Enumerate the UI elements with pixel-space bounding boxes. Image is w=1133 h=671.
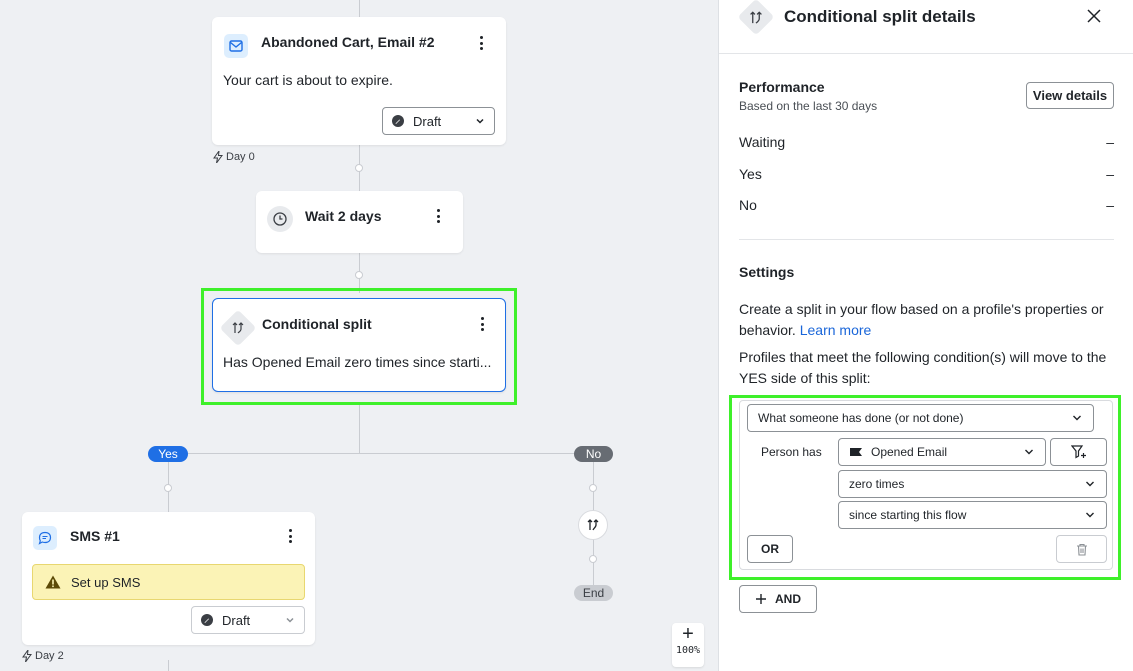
sms-icon — [33, 526, 57, 550]
split-card-text: Has Opened Email zero times since starti… — [223, 354, 492, 370]
chevron-down-icon — [476, 118, 484, 124]
zoom-level: 100% — [675, 645, 701, 656]
sms-card[interactable]: SMS #1 Set up SMS Draft — [22, 512, 315, 645]
split-icon — [737, 0, 775, 36]
trash-icon — [1076, 543, 1087, 556]
split-card-menu-icon[interactable] — [475, 315, 489, 333]
flag-icon — [850, 448, 862, 456]
filter-add-icon — [1070, 445, 1086, 459]
panel-title: Conditional split details — [784, 7, 976, 26]
email-card-menu-icon[interactable] — [474, 34, 488, 52]
email-card-text: Your cart is about to expire. — [223, 72, 393, 88]
frequency-label: zero times — [849, 477, 905, 491]
connector-line — [359, 0, 360, 18]
person-has-label: Person has — [761, 445, 822, 459]
settings-title: Settings — [739, 264, 795, 280]
view-details-button[interactable]: View details — [1026, 82, 1114, 109]
clock-icon — [267, 206, 293, 232]
connector-dot — [164, 484, 172, 492]
performance-title: Performance — [739, 79, 825, 95]
connector-dot — [589, 484, 597, 492]
plus-icon — [756, 594, 766, 604]
metric-label: Opened Email — [871, 445, 948, 459]
section-divider — [739, 239, 1114, 240]
settings-description-text: Create a split in your flow based on a p… — [739, 301, 1104, 338]
split-branch-icon — [587, 519, 599, 531]
performance-subtitle: Based on the last 30 days — [739, 99, 878, 113]
lightning-icon — [213, 151, 223, 163]
sms-status-select[interactable]: Draft — [191, 606, 305, 634]
perf-row-value: – — [1106, 197, 1114, 213]
connector-line — [168, 660, 169, 671]
or-button[interactable]: OR — [747, 535, 793, 563]
draft-icon — [392, 115, 404, 127]
split-card-title: Conditional split — [262, 316, 372, 332]
connector-dot — [589, 555, 597, 563]
sms-status-label: Draft — [222, 612, 251, 628]
sms-card-menu-icon[interactable] — [283, 527, 297, 545]
wait-card-menu-icon[interactable] — [431, 207, 445, 225]
wait-card-title: Wait 2 days — [305, 208, 382, 224]
zoom-control: + 100% — [672, 623, 704, 667]
no-branch-label: No — [574, 446, 613, 462]
perf-row-waiting: Waiting – — [739, 134, 1114, 150]
warning-icon — [45, 575, 61, 589]
details-panel: Conditional split details Performance Ba… — [718, 0, 1133, 671]
chevron-down-icon — [286, 617, 294, 623]
add-filter-button[interactable] — [1050, 438, 1107, 466]
split-icon — [219, 309, 257, 347]
sms-day-text: Day 2 — [35, 650, 64, 662]
chevron-down-icon — [1073, 415, 1081, 421]
perf-row-yes: Yes – — [739, 166, 1114, 182]
panel-header: Conditional split details — [719, 0, 1133, 54]
learn-more-link[interactable]: Learn more — [800, 322, 872, 338]
chevron-down-icon — [1086, 481, 1094, 487]
perf-row-no: No – — [739, 197, 1114, 213]
timeframe-label: since starting this flow — [849, 508, 967, 522]
timeframe-select[interactable]: since starting this flow — [838, 501, 1107, 529]
frequency-select[interactable]: zero times — [838, 470, 1107, 498]
branch-line — [168, 453, 594, 454]
perf-row-value: – — [1106, 166, 1114, 182]
condition-type-label: What someone has done (or not done) — [758, 411, 964, 425]
zoom-in-button[interactable]: + — [682, 623, 694, 645]
email-day-text: Day 0 — [226, 151, 255, 163]
sms-warning-banner[interactable]: Set up SMS — [32, 564, 305, 600]
chevron-down-icon — [1025, 449, 1033, 455]
email-day-label: Day 0 — [213, 151, 255, 163]
perf-row-value: – — [1106, 134, 1114, 150]
perf-row-label: Yes — [739, 166, 762, 182]
connector-line — [359, 404, 360, 454]
and-button-label: AND — [775, 592, 801, 606]
end-label: End — [574, 585, 613, 601]
connector-dot — [355, 271, 363, 279]
and-button[interactable]: AND — [739, 585, 817, 613]
wait-card[interactable]: Wait 2 days — [256, 191, 463, 253]
delete-condition-button[interactable] — [1056, 535, 1107, 563]
sms-card-title: SMS #1 — [70, 528, 120, 544]
lightning-icon — [22, 650, 32, 662]
condition-group: What someone has done (or not done) Pers… — [739, 400, 1113, 570]
connector-dot — [355, 164, 363, 172]
sms-day-label: Day 2 — [22, 650, 64, 662]
sms-warning-text: Set up SMS — [71, 574, 141, 590]
yes-branch-label: Yes — [148, 446, 188, 462]
email-status-select[interactable]: Draft — [382, 107, 495, 135]
settings-description-2: Profiles that meet the following conditi… — [739, 349, 1107, 386]
add-step-button[interactable] — [578, 510, 608, 540]
email-card[interactable]: Abandoned Cart, Email #2 Your cart is ab… — [212, 17, 506, 145]
chevron-down-icon — [1086, 512, 1094, 518]
flow-canvas[interactable]: Abandoned Cart, Email #2 Your cart is ab… — [0, 0, 718, 671]
conditional-split-card[interactable]: Conditional split Has Opened Email zero … — [212, 298, 506, 392]
perf-row-label: No — [739, 197, 757, 213]
email-card-title: Abandoned Cart, Email #2 — [261, 34, 435, 50]
condition-type-select[interactable]: What someone has done (or not done) — [747, 404, 1094, 432]
email-icon — [224, 34, 248, 58]
draft-icon — [201, 614, 213, 626]
metric-select[interactable]: Opened Email — [838, 438, 1046, 466]
perf-row-label: Waiting — [739, 134, 786, 150]
email-status-label: Draft — [413, 113, 442, 129]
close-icon[interactable] — [1087, 7, 1101, 28]
settings-description: Create a split in your flow based on a p… — [739, 299, 1119, 341]
